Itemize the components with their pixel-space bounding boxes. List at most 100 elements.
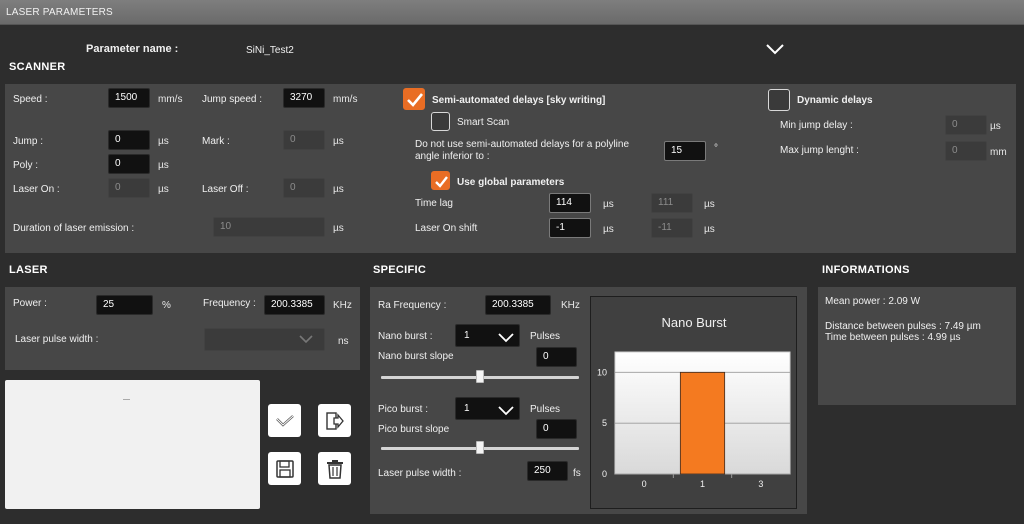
laser-on-label: Laser On : bbox=[13, 184, 60, 195]
nano-burst-label: Nano burst : bbox=[378, 331, 433, 342]
chevron-down-icon bbox=[498, 333, 514, 343]
time-between-pulses-text: Time between pulses : 4.99 µs bbox=[825, 332, 961, 343]
semi-automated-label: Semi-automated delays [sky writing] bbox=[432, 95, 606, 106]
smart-scan-checkbox[interactable] bbox=[431, 112, 450, 131]
window-title: LASER PARAMETERS bbox=[0, 0, 1024, 25]
power-label: Power : bbox=[13, 298, 47, 309]
use-global-parameters-checkbox[interactable] bbox=[431, 171, 450, 190]
chart-y-tick-label: 5 bbox=[602, 418, 607, 428]
export-icon bbox=[325, 411, 344, 430]
max-jump-length-input[interactable]: 0 bbox=[945, 141, 987, 161]
nano-burst-select[interactable]: 1 bbox=[455, 324, 520, 347]
jump-speed-input[interactable]: 3270 bbox=[283, 88, 325, 108]
frequency-label: Frequency : bbox=[203, 298, 256, 309]
pico-burst-unit: Pulses bbox=[530, 404, 561, 415]
laser-on-shift-input[interactable]: -1 bbox=[549, 218, 591, 238]
min-jump-delay-unit: µs bbox=[990, 121, 1001, 132]
save-button[interactable] bbox=[268, 452, 301, 485]
ra-frequency-input[interactable]: 200.3385 bbox=[485, 295, 551, 315]
dynamic-delays-label: Dynamic delays bbox=[797, 95, 873, 106]
save-icon bbox=[275, 459, 294, 478]
angle-input[interactable]: 15 bbox=[664, 141, 706, 161]
export-button[interactable] bbox=[318, 404, 351, 437]
angle-label: Do not use semi-automated delays for a p… bbox=[415, 139, 630, 162]
parameter-name-value[interactable]: SiNi_Test2 bbox=[246, 45, 294, 56]
chart-x-tick-label: 1 bbox=[700, 479, 705, 489]
laser-off-unit: µs bbox=[333, 184, 344, 195]
trash-icon bbox=[326, 459, 343, 479]
use-global-parameters-label: Use global parameters bbox=[457, 177, 565, 188]
scanner-section-title: SCANNER bbox=[9, 61, 66, 73]
pico-burst-value: 1 bbox=[464, 403, 470, 414]
preview-area bbox=[5, 380, 260, 509]
laser-off-label: Laser Off : bbox=[202, 184, 249, 195]
ra-frequency-unit: KHz bbox=[561, 300, 580, 311]
mark-unit: µs bbox=[333, 136, 344, 147]
specific-laser-pulse-width-input[interactable]: 250 bbox=[527, 461, 568, 481]
chevron-down-icon bbox=[498, 406, 514, 416]
check-icon bbox=[435, 176, 448, 188]
delete-button[interactable] bbox=[318, 452, 351, 485]
pico-burst-slope-input[interactable]: 0 bbox=[536, 419, 577, 439]
max-jump-length-label: Max jump lenght : bbox=[780, 145, 859, 156]
frequency-input[interactable]: 200.3385 bbox=[264, 295, 325, 315]
poly-label: Poly : bbox=[13, 160, 39, 171]
laser-on-shift-global-unit: µs bbox=[704, 224, 715, 235]
jump-unit: µs bbox=[158, 136, 169, 147]
laser-on-shift-global-input: -11 bbox=[651, 218, 693, 238]
laser-on-input[interactable]: 0 bbox=[108, 178, 150, 198]
nano-burst-slope-input[interactable]: 0 bbox=[536, 347, 577, 367]
semi-automated-checkbox[interactable] bbox=[403, 88, 425, 110]
nano-burst-chart: Nano Burst 0 5 10 0 1 3 bbox=[590, 296, 797, 509]
speed-input[interactable]: 1500 bbox=[108, 88, 150, 108]
check-icon bbox=[275, 414, 294, 427]
validate-button[interactable] bbox=[268, 404, 301, 437]
chart-x-tick-label: 3 bbox=[758, 479, 763, 489]
specific-section-title: SPECIFIC bbox=[373, 264, 427, 276]
frequency-unit: KHz bbox=[333, 300, 352, 311]
dynamic-delays-checkbox[interactable] bbox=[768, 89, 790, 111]
mark-label: Mark : bbox=[202, 136, 230, 147]
specific-laser-pulse-width-unit: fs bbox=[573, 468, 581, 479]
speed-label: Speed : bbox=[13, 94, 48, 105]
parameter-dropdown-chevron-down-icon[interactable] bbox=[765, 42, 785, 56]
jump-speed-unit: mm/s bbox=[333, 94, 358, 105]
preview-mark bbox=[123, 399, 130, 400]
distance-between-pulses-text: Distance between pulses : 7.49 µm bbox=[825, 321, 981, 332]
duration-label: Duration of laser emission : bbox=[13, 223, 135, 234]
nano-burst-slope-slider-thumb[interactable] bbox=[476, 370, 484, 383]
poly-input[interactable]: 0 bbox=[108, 154, 150, 174]
parameter-name-label: Parameter name : bbox=[86, 43, 179, 55]
min-jump-delay-label: Min jump delay : bbox=[780, 120, 853, 131]
chart-y-tick-label: 10 bbox=[597, 367, 607, 377]
nano-burst-slope-label: Nano burst slope bbox=[378, 351, 454, 362]
min-jump-delay-input[interactable]: 0 bbox=[945, 115, 987, 135]
time-lag-global-input: 111 bbox=[651, 193, 693, 213]
mark-input[interactable]: 0 bbox=[283, 130, 325, 150]
chart-y-tick-label: 0 bbox=[602, 469, 607, 479]
time-lag-input[interactable]: 114 bbox=[549, 193, 591, 213]
chart-x-tick-label: 0 bbox=[642, 479, 647, 489]
time-lag-unit: µs bbox=[603, 199, 614, 210]
laser-pulse-width-unit: ns bbox=[338, 336, 349, 347]
duration-input[interactable]: 10 bbox=[213, 217, 325, 237]
pico-burst-slope-slider-thumb[interactable] bbox=[476, 441, 484, 454]
chart-bar bbox=[679, 371, 726, 475]
smart-scan-label: Smart Scan bbox=[457, 117, 510, 128]
power-input[interactable]: 25 bbox=[96, 295, 153, 315]
laser-on-shift-label: Laser On shift bbox=[415, 223, 478, 234]
laser-off-input[interactable]: 0 bbox=[283, 178, 325, 198]
pico-burst-label: Pico burst : bbox=[378, 404, 429, 415]
pico-burst-select[interactable]: 1 bbox=[455, 397, 520, 420]
chevron-down-icon bbox=[298, 334, 314, 344]
laser-on-unit: µs bbox=[158, 184, 169, 195]
time-lag-global-unit: µs bbox=[704, 199, 715, 210]
jump-input[interactable]: 0 bbox=[108, 130, 150, 150]
pico-burst-slope-label: Pico burst slope bbox=[378, 424, 450, 435]
nano-burst-chart-svg: Nano Burst 0 5 10 0 1 3 bbox=[597, 315, 791, 489]
nano-burst-unit: Pulses bbox=[530, 331, 561, 342]
power-unit: % bbox=[162, 300, 171, 311]
laser-on-shift-unit: µs bbox=[603, 224, 614, 235]
duration-unit: µs bbox=[333, 223, 344, 234]
angle-unit: ° bbox=[714, 143, 718, 154]
